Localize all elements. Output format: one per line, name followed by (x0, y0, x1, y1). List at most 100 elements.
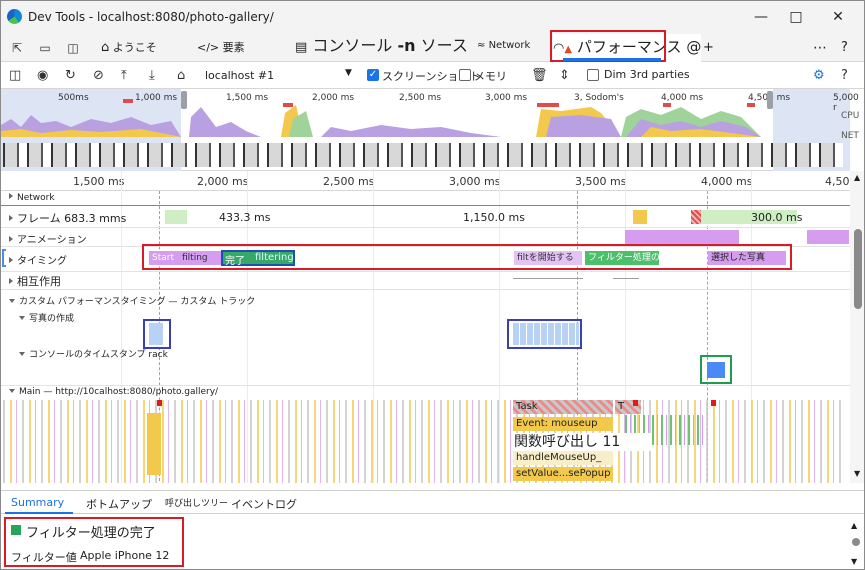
wifi-icon: ≈ (477, 40, 486, 51)
tab-elements-label: 要素 (222, 41, 245, 54)
flame-handle-mouseup[interactable]: handleMouseUp_ (513, 451, 613, 465)
scroll-down-icon[interactable]: ▼ (851, 557, 857, 566)
help-icon[interactable]: ? (841, 38, 848, 60)
memory-checkbox[interactable] (459, 69, 471, 81)
separator (1, 385, 850, 386)
tab-welcome[interactable]: ⌂ ようこそ (101, 38, 157, 60)
frame-block[interactable] (691, 210, 701, 224)
home-icon[interactable]: ⌂ (177, 67, 185, 85)
active-tab-indicator (563, 58, 661, 61)
track-frames-label: フレーム 683.3 mms (17, 212, 127, 225)
flame-block[interactable] (147, 413, 161, 475)
frame-duration: 433.3 ms (219, 211, 271, 224)
tab-event-log[interactable]: イベントログ (231, 496, 297, 512)
focus-bracket (2, 249, 6, 267)
overview-right-handle[interactable] (767, 91, 773, 109)
tab-network[interactable]: ≈ Network (477, 36, 530, 58)
track-photo-creation[interactable]: 写真の作成 (19, 311, 74, 324)
dim-3rd-parties-checkbox[interactable] (587, 69, 599, 81)
ruler-tick: 3,000 ms (449, 175, 501, 188)
ruler-tick: 3,500 ms (575, 175, 627, 188)
memory-label: メモリ (474, 70, 507, 83)
edge-logo-icon (7, 9, 22, 24)
at-label: @ (686, 38, 702, 56)
chevron-down-icon[interactable]: ▼ (345, 68, 352, 78)
help-icon[interactable]: ? (841, 67, 848, 85)
dock-sidebar-icon[interactable]: ◫ (65, 41, 81, 55)
separator (1, 227, 850, 228)
long-task-flag (157, 400, 162, 406)
flame-function-call[interactable]: 関数呼び出し 11 (511, 433, 651, 451)
inspect-icon[interactable]: ⇱ (9, 41, 25, 55)
ruler-tick: 2,500 ms (323, 175, 375, 188)
ruler-tick: 1,500 ms (73, 175, 125, 188)
track-interactions[interactable]: 相互作用 (9, 273, 61, 289)
track-network[interactable]: Network (9, 193, 55, 203)
highlight-summary (4, 517, 184, 567)
scroll-up-icon[interactable]: ▲ (854, 173, 860, 182)
scrollbar-thumb[interactable] (852, 538, 860, 546)
tab-sources-label[interactable]: ソース (421, 36, 468, 55)
animation-block[interactable] (625, 230, 739, 244)
flame-event-mouseup[interactable]: Event: mouseup (513, 417, 613, 431)
track-console-stamp[interactable]: コンソールのタイムスタンプ rack (19, 347, 168, 360)
panel-toggle-icon[interactable]: ◫ (9, 67, 21, 85)
track-timing[interactable]: タイミング (9, 252, 67, 267)
frame-block[interactable] (633, 210, 647, 224)
main-flame-chart[interactable] (3, 400, 841, 483)
screenshot-filmstrip[interactable] (3, 143, 843, 167)
download-icon[interactable]: ⤓ (149, 67, 155, 85)
device-emulation-icon[interactable]: ▭ (37, 41, 53, 55)
separator (1, 205, 850, 206)
separator (1, 289, 850, 290)
tab-bottom-up[interactable]: ボトムアップ (86, 496, 152, 512)
frame-block[interactable] (165, 210, 187, 224)
target-select[interactable]: localhost #1 (205, 69, 274, 82)
dim-3rd-parties-label: Dim 3rd parties (604, 68, 690, 81)
timeline-overview[interactable]: 500ms 1,000 ms 1,500 ms 2,000 ms 2,500 m… (1, 89, 859, 171)
scroll-up-icon[interactable]: ▲ (851, 521, 857, 530)
highlight-photo-block-1 (143, 319, 171, 349)
vertical-scrollbar[interactable]: ▲ ▼ (850, 171, 864, 483)
tab-summary[interactable]: Summary (11, 496, 64, 509)
animation-block[interactable] (807, 230, 849, 244)
long-task-flag (633, 400, 638, 406)
overview-left-handle[interactable] (181, 91, 187, 109)
reload-record-icon[interactable]: ↻ (65, 67, 76, 85)
track-photo-creation-label: 写真の作成 (29, 314, 75, 324)
scrollbar-thumb[interactable] (854, 229, 862, 309)
settings-gear-icon[interactable]: ⚙ (813, 67, 825, 85)
tab-console-label: コンソール (312, 36, 393, 55)
active-tab-indicator (5, 512, 73, 514)
scroll-down-icon[interactable]: ▼ (854, 469, 860, 478)
net-label: NET (841, 131, 859, 141)
track-frames[interactable]: フレーム 683.3 mms (9, 210, 126, 226)
upload-icon[interactable]: ⤒ (121, 67, 127, 85)
separator (1, 271, 850, 272)
record-icon[interactable]: ◉ (37, 67, 48, 85)
tab-call-tree[interactable]: 呼び出しツリー (165, 496, 228, 509)
track-network-label: Network (17, 193, 55, 203)
track-custom-label: カスタム パフォーマンスタイミング — カスタム トラック (19, 297, 256, 307)
track-timing-label: タイミング (17, 256, 67, 267)
screenshots-checkbox[interactable]: ✓ (367, 69, 379, 81)
track-main-label: Main — http://10calhost:8080/photo.galle… (19, 387, 219, 397)
cpu-activity-chart (1, 99, 761, 137)
tab-console[interactable]: ▤ コンソール -n ソース (295, 36, 468, 58)
track-custom[interactable]: カスタム パフォーマンスタイミング — カスタム トラック (9, 294, 255, 307)
collapse-icon[interactable]: ⇕ (559, 67, 570, 85)
track-main[interactable]: Main — http://10calhost:8080/photo.galle… (9, 387, 218, 397)
trash-icon[interactable]: 🗑 (531, 67, 548, 85)
flame-task[interactable]: Task (513, 400, 613, 414)
track-animation[interactable]: アニメーション (9, 231, 87, 246)
close-icon[interactable]: ✕ (827, 7, 849, 27)
tab-elements[interactable]: </> 要素 (197, 38, 245, 60)
clear-icon[interactable]: ⊘ (93, 67, 104, 85)
new-tab-button[interactable]: + (703, 38, 714, 60)
maximize-icon[interactable]: □ (785, 7, 807, 27)
flame-setvalue-popup[interactable]: setValue...sePopup (513, 467, 613, 481)
time-ruler: 1,500 ms 2,000 ms 2,500 ms 3,000 ms 3,50… (1, 171, 850, 191)
title-bar: Dev Tools - localhost:8080/photo-gallery… (1, 1, 864, 34)
minimize-icon[interactable]: — (750, 7, 772, 27)
more-menu-icon[interactable]: ⋯ (813, 38, 827, 60)
